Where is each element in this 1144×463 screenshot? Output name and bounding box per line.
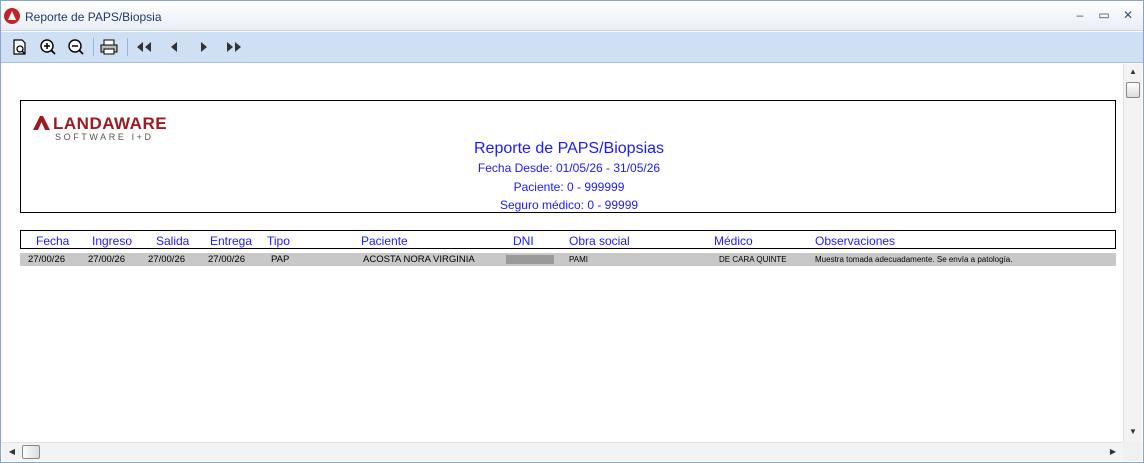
column-header: Salida: [156, 234, 190, 248]
column-header: Médico: [714, 234, 753, 248]
toolbar: [1, 32, 1143, 63]
logo-wordmark: LANDAWARE: [53, 114, 168, 133]
prev-page-icon[interactable]: [163, 37, 185, 57]
logo-mark-icon: [33, 116, 50, 130]
cell-entrega: 27/00/26: [208, 254, 245, 265]
horizontal-scroll-thumb[interactable]: [22, 445, 40, 459]
column-header: Paciente: [361, 234, 408, 248]
app-logo-icon: [4, 8, 20, 24]
column-header: Ingreso: [92, 234, 133, 248]
title-bar: Reporte de PAPS/Biopsia – ▭ ✕: [1, 1, 1143, 31]
scrollbar-corner: [1123, 442, 1142, 461]
toolbar-separator: [127, 38, 128, 56]
report-window: Reporte de PAPS/Biopsia – ▭ ✕ LANDAWARE …: [0, 0, 1144, 463]
scroll-down-icon[interactable]: ▼: [1124, 424, 1142, 440]
maximize-button[interactable]: ▭: [1095, 7, 1113, 23]
report-preview: LANDAWARE SOFTWARE I+D Reporte de PAPS/B…: [2, 64, 1122, 442]
column-header: Obra social: [569, 234, 630, 248]
cell-salida: 27/00/26: [148, 254, 185, 265]
minimize-button[interactable]: –: [1071, 7, 1089, 23]
first-page-icon[interactable]: [133, 37, 155, 57]
page-preview-icon[interactable]: [9, 37, 31, 57]
cell-dni-redacted: [506, 255, 554, 264]
horizontal-scrollbar[interactable]: ◀ ▶: [2, 442, 1123, 461]
column-header: Tipo: [267, 234, 290, 248]
zoom-in-icon[interactable]: [37, 37, 59, 57]
report-header: LANDAWARE SOFTWARE I+D Reporte de PAPS/B…: [20, 100, 1116, 213]
zoom-out-icon[interactable]: [65, 37, 87, 57]
vertical-scroll-thumb[interactable]: [1126, 82, 1140, 98]
column-header: Fecha: [36, 234, 70, 248]
window-title: Reporte de PAPS/Biopsia: [25, 10, 162, 24]
cell-obra-social: PAMI: [569, 255, 588, 264]
insurance-range: Seguro médico: 0 - 99999: [499, 198, 639, 212]
toolbar-separator: [93, 38, 94, 56]
cell-medico: DE CARA QUINTE: [719, 255, 787, 264]
close-button[interactable]: ✕: [1119, 7, 1137, 23]
cell-paciente: ACOSTA NORA VIRGINIA: [363, 254, 475, 265]
scroll-up-icon[interactable]: ▲: [1124, 64, 1142, 80]
last-page-icon[interactable]: [223, 37, 245, 57]
column-header: DNI: [513, 234, 534, 248]
cell-ingreso: 27/00/26: [88, 254, 125, 265]
scroll-left-icon[interactable]: ◀: [4, 443, 20, 461]
scroll-right-icon[interactable]: ▶: [1105, 443, 1121, 461]
date-range: Fecha Desde: 01/05/26 - 31/05/26: [477, 161, 661, 175]
next-page-icon[interactable]: [193, 37, 215, 57]
column-headers: Fecha Ingreso Salida Entrega Tipo Pacien…: [20, 230, 1116, 249]
column-header: Observaciones: [815, 234, 896, 248]
cell-tipo: PAP: [271, 254, 290, 265]
cell-fecha: 27/00/26: [28, 254, 65, 265]
printer-icon[interactable]: [98, 37, 120, 57]
table-row: 27/00/26 27/00/26 27/00/26 27/00/26 PAP …: [20, 253, 1116, 266]
report-title: Reporte de PAPS/Biopsias: [473, 140, 665, 157]
vertical-scrollbar[interactable]: ▲ ▼: [1123, 64, 1142, 442]
cell-observaciones: Muestra tomada adecuadamente. Se envía a…: [815, 255, 1013, 264]
patient-range: Paciente: 0 - 999999: [513, 180, 625, 194]
column-header: Entrega: [210, 234, 253, 248]
